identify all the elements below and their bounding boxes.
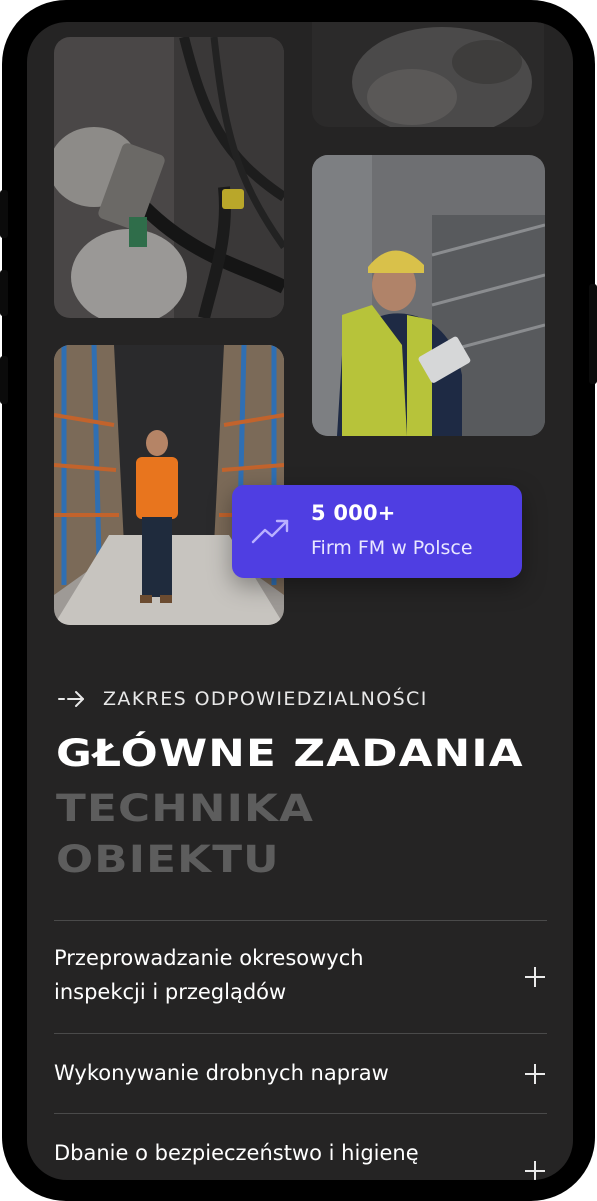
phone-screen: 5 000+ Firm FM w Polsce ZAKRES ODPOWIEDZ…: [27, 22, 573, 1180]
accordion-title-line: Przeprowadzanie okresowych: [54, 946, 364, 970]
photo-cable-work: [54, 37, 284, 318]
volume-up-button: [0, 270, 8, 316]
power-button: [589, 284, 597, 384]
dashed-arrow-right-icon: [58, 691, 84, 707]
volume-down-button: [0, 356, 8, 404]
plus-icon[interactable]: [525, 1161, 545, 1180]
trending-up-icon: [251, 519, 289, 544]
eyebrow-label: ZAKRES ODPOWIEDZIALNOŚCI: [103, 688, 428, 710]
section-subtitle-line-2: OBIEKTU: [56, 838, 280, 881]
silent-switch: [0, 190, 8, 238]
accordion-item-repairs[interactable]: Wykonywanie drobnych napraw: [54, 1034, 547, 1113]
accordion-title-line: inspekcji i przeglądów: [54, 980, 287, 1004]
stat-value: 5 000+: [311, 501, 396, 525]
photo-technician-tablet: [312, 155, 545, 436]
plus-icon[interactable]: [525, 967, 545, 987]
accordion-item-inspections[interactable]: Przeprowadzanie okresowych inspekcji i p…: [54, 921, 547, 1033]
section-subtitle-line-1: TECHNIKA: [56, 787, 315, 830]
plus-icon[interactable]: [525, 1064, 545, 1084]
accordion-item-title: Przeprowadzanie okresowych inspekcji i p…: [54, 941, 364, 1009]
photo-hands: [312, 22, 544, 127]
phone-frame: 5 000+ Firm FM w Polsce ZAKRES ODPOWIEDZ…: [0, 0, 597, 1201]
stat-label: Firm FM w Polsce: [311, 537, 473, 559]
accordion-item-safety[interactable]: Dbanie o bezpieczeństwo i higienę: [54, 1114, 547, 1180]
section-title: GŁÓWNE ZADANIA: [56, 732, 524, 775]
section-eyebrow: ZAKRES ODPOWIEDZIALNOŚCI: [57, 686, 428, 712]
stat-card: 5 000+ Firm FM w Polsce: [232, 485, 522, 578]
accordion-item-title: Wykonywanie drobnych napraw: [54, 1061, 389, 1085]
accordion-item-title: Dbanie o bezpieczeństwo i higienę: [54, 1141, 419, 1165]
